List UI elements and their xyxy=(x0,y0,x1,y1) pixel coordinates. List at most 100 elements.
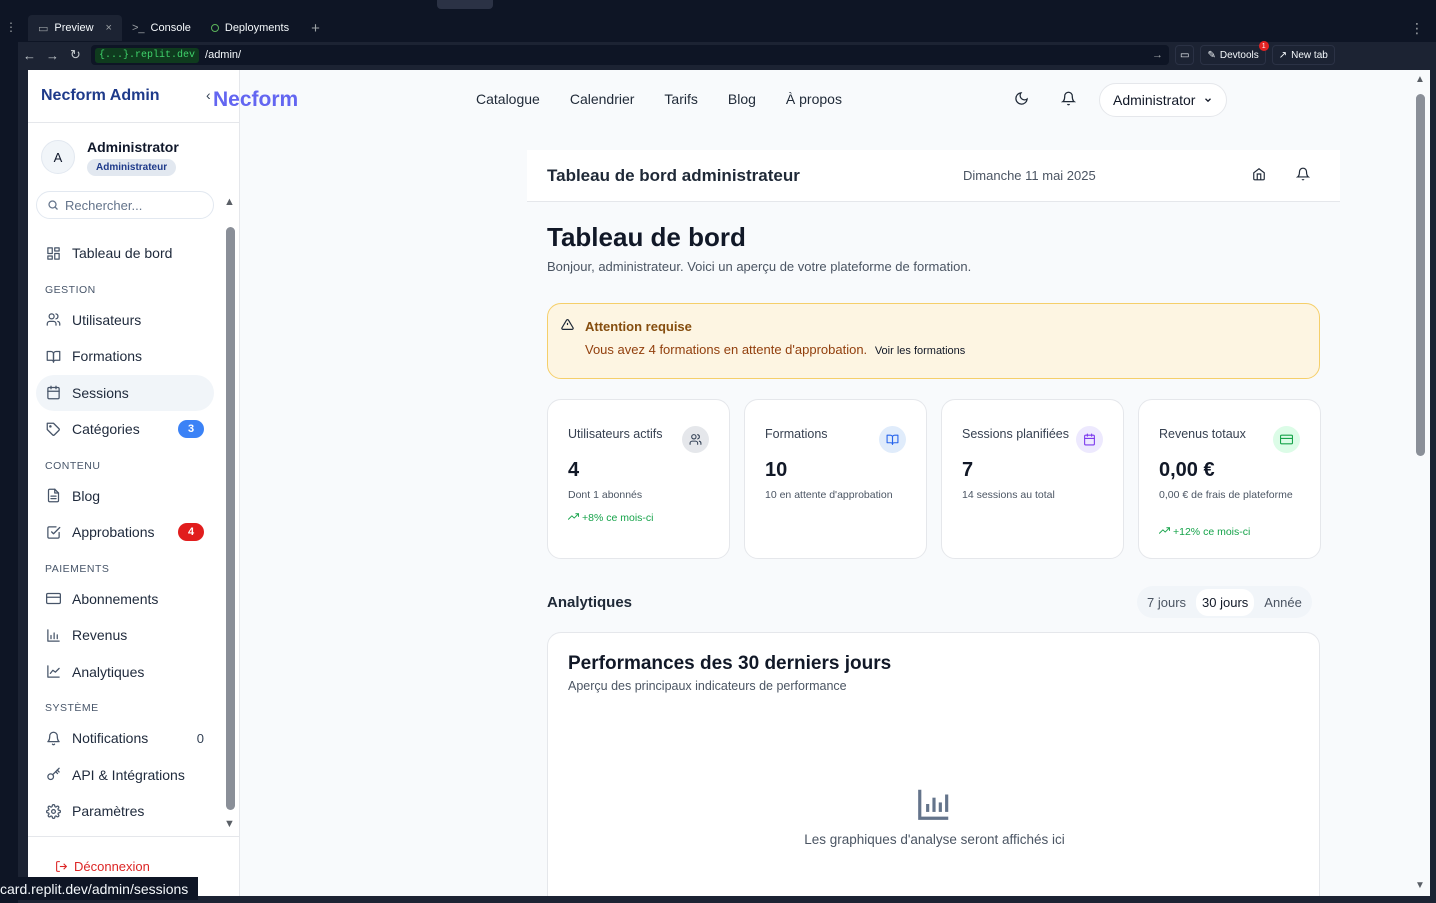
trend-text: +8% ce mois-ci xyxy=(582,511,654,524)
moon-icon[interactable] xyxy=(1014,91,1029,106)
top-strip xyxy=(0,0,1436,14)
period-option[interactable]: 7 jours xyxy=(1141,589,1192,616)
stat-trend: +8% ce mois-ci xyxy=(568,511,653,525)
user-menu[interactable]: Administrator xyxy=(1099,83,1228,117)
sidebar-item-label: Analytiques xyxy=(72,663,145,680)
sidebar-item-abonnements[interactable]: Abonnements xyxy=(36,581,214,618)
stat-value: 10 xyxy=(765,459,788,481)
sidebar-item-label: Formations xyxy=(72,348,143,365)
reload-icon[interactable]: ↻ xyxy=(64,47,87,63)
more-icon[interactable]: ⋮ xyxy=(1410,20,1424,37)
dashboard-icon xyxy=(45,245,61,261)
scroll-thumb[interactable] xyxy=(1416,94,1425,456)
nav-link-catalogue[interactable]: Catalogue xyxy=(476,91,540,107)
bell-icon[interactable] xyxy=(1061,91,1076,106)
performance-card: Performances des 30 derniers jours Aperç… xyxy=(547,632,1320,896)
logout-button[interactable]: Déconnexion xyxy=(55,859,150,874)
url-input[interactable]: {...}.replit.dev /admin/ → xyxy=(91,45,1169,65)
top-strip-pill xyxy=(437,0,493,9)
sidebar-scrollbar[interactable]: ▲ ▼ xyxy=(224,196,238,830)
page-subtitle: Bonjour, administrateur. Voici un aperçu… xyxy=(547,259,972,274)
trend-up-icon xyxy=(568,513,579,525)
stat-note: 14 sessions au total xyxy=(962,489,1055,501)
sidebar-item-sessions[interactable]: Sessions xyxy=(36,374,214,411)
period-selector: 7 jours 30 jours Année xyxy=(1137,586,1312,618)
bar-chart-icon xyxy=(918,789,949,820)
page-scrollbar[interactable]: ▲ ▼ xyxy=(1412,70,1430,896)
nav-link-tarifs[interactable]: Tarifs xyxy=(664,91,697,107)
scroll-down-icon[interactable]: ▼ xyxy=(1415,880,1425,891)
sidebar-item-analytiques[interactable]: Analytiques xyxy=(36,654,214,691)
dashboard-header: Tableau de bord administrateur Dimanche … xyxy=(527,150,1340,202)
tag-icon xyxy=(45,421,61,437)
analytics-empty-message: Les graphiques d'analyse seront affichés… xyxy=(804,832,1065,847)
sidebar-item-label: API & Intégrations xyxy=(72,766,185,783)
attention-alert: Attention requise Vous avez 4 formations… xyxy=(547,303,1320,379)
tab-label: Console xyxy=(150,22,191,34)
tab-preview[interactable]: ▭ Preview × xyxy=(28,15,122,41)
avatar: A xyxy=(41,140,75,174)
sidebar-item-label: Revenus xyxy=(72,627,128,644)
sidebar-item-approbations[interactable]: Approbations 4 xyxy=(36,514,214,551)
users-icon xyxy=(682,426,709,453)
sidebar-item-parametres[interactable]: Paramètres xyxy=(36,793,214,830)
check-square-icon xyxy=(45,524,61,540)
tab-deployments[interactable]: Deployments xyxy=(201,15,299,41)
stat-note: 10 en attente d'approbation xyxy=(765,489,893,501)
scroll-down-icon[interactable]: ▼ xyxy=(224,818,235,830)
view-formations-link[interactable]: Voir les formations xyxy=(875,345,965,357)
sidebar-search[interactable]: Rechercher... xyxy=(36,191,214,219)
devtools-label: Devtools xyxy=(1219,49,1259,61)
sidebar-item-blog[interactable]: Blog xyxy=(36,478,214,515)
key-icon xyxy=(45,767,61,783)
screen-button[interactable]: ▭ xyxy=(1175,45,1195,65)
home-icon[interactable] xyxy=(1252,167,1266,181)
stat-label: Formations xyxy=(765,427,828,441)
sidebar-item-api-integrations[interactable]: API & Intégrations xyxy=(36,757,214,794)
period-option[interactable]: Année xyxy=(1258,589,1308,616)
stat-note: Dont 1 abonnés xyxy=(568,489,643,501)
devtools-button[interactable]: ✎ Devtools 1 xyxy=(1200,41,1269,65)
nav-link-calendrier[interactable]: Calendrier xyxy=(570,91,635,107)
nav-section-title: CONTENU xyxy=(45,459,101,472)
user-name: Administrator xyxy=(87,138,179,155)
back-icon[interactable]: ← xyxy=(18,48,41,63)
new-tab-button[interactable]: ↗ New tab xyxy=(1271,45,1335,65)
book-icon xyxy=(879,426,906,453)
bell-icon xyxy=(45,730,61,746)
sidebar-item-label: Sessions xyxy=(72,384,129,401)
add-tab-icon[interactable]: + xyxy=(311,20,320,37)
sidebar-item-notifications[interactable]: Notifications 0 xyxy=(36,720,214,757)
nav-section-title: PAIEMENTS xyxy=(45,562,110,575)
nav-link-blog[interactable]: Blog xyxy=(728,91,756,107)
credit-card-icon xyxy=(45,591,61,607)
logout-label: Déconnexion xyxy=(74,859,150,874)
rail-menu-icon[interactable]: ⋮ xyxy=(5,20,17,34)
period-option[interactable]: 30 jours xyxy=(1196,588,1255,616)
go-icon[interactable]: → xyxy=(1152,49,1163,61)
sidebar-item-revenus[interactable]: Revenus xyxy=(36,617,214,654)
sidebar-item-formations[interactable]: Formations xyxy=(36,338,214,375)
scroll-up-icon[interactable]: ▲ xyxy=(224,196,235,208)
scroll-thumb[interactable] xyxy=(226,227,235,810)
nav-link-a-propos[interactable]: À propos xyxy=(786,91,842,107)
alert-message: Vous avez 4 formations en attente d'appr… xyxy=(585,342,868,357)
bell-icon[interactable] xyxy=(1296,167,1310,181)
sidebar-item-categories[interactable]: Catégories 3 xyxy=(36,411,214,448)
stat-label: Sessions planifiées xyxy=(962,427,1070,441)
site-logo[interactable]: Necform xyxy=(213,88,298,112)
file-text-icon xyxy=(45,488,61,504)
close-icon[interactable]: × xyxy=(106,22,112,34)
forward-icon[interactable]: → xyxy=(41,48,64,63)
tab-label: Preview xyxy=(54,22,94,34)
trend-text: +12% ce mois-ci xyxy=(1173,525,1251,538)
users-icon xyxy=(45,312,61,328)
monitor-icon: ▭ xyxy=(38,22,49,35)
sidebar-item-utilisateurs[interactable]: Utilisateurs xyxy=(36,302,214,339)
scroll-up-icon[interactable]: ▲ xyxy=(1415,74,1425,85)
tab-console[interactable]: >_ Console xyxy=(122,15,201,41)
credit-card-icon xyxy=(1273,426,1300,453)
stat-note: 0,00 € de frais de plateforme xyxy=(1159,489,1293,501)
sidebar-item-tableau-de-bord[interactable]: Tableau de bord xyxy=(36,235,214,272)
collapse-sidebar-icon[interactable]: ‹ xyxy=(206,87,211,103)
